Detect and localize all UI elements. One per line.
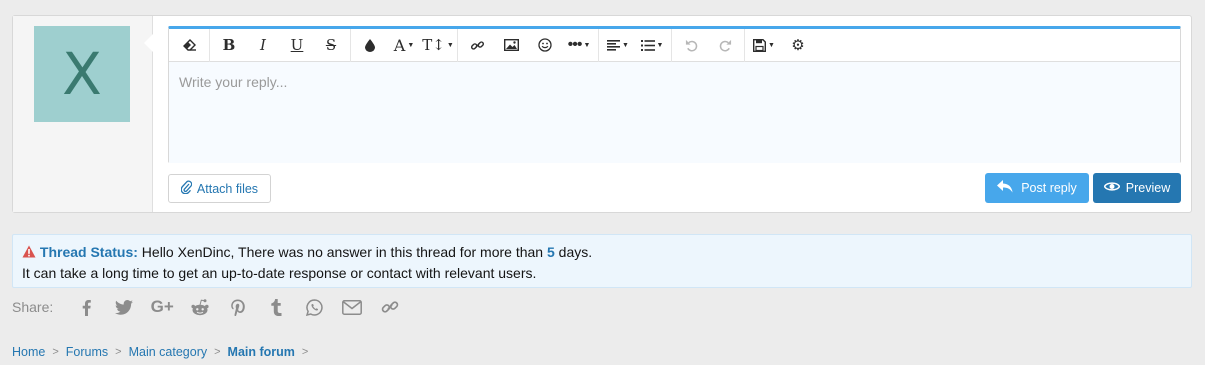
avatar[interactable]: X (34, 26, 130, 122)
breadcrumb-home[interactable]: Home (12, 345, 45, 359)
notice-text-end: days. (558, 244, 593, 260)
image-icon[interactable] (494, 29, 528, 62)
google-plus-icon[interactable]: G+ (143, 296, 181, 318)
user-cell: X (13, 16, 153, 212)
pinterest-icon[interactable] (219, 296, 257, 318)
redo-icon[interactable] (708, 29, 742, 62)
more-options-icon[interactable]: ••• ▼ (562, 29, 596, 62)
reply-icon (997, 180, 1013, 196)
breadcrumb: Home > Forums > Main category > Main for… (12, 345, 315, 359)
attach-files-button[interactable]: Attach files (168, 174, 271, 203)
rich-text-editor: B I U S A ▼ T↕ ▼ ••• ▼ ▼ ▼ ▼ ⚙ Write you… (168, 26, 1181, 163)
breadcrumb-main-category[interactable]: Main category (129, 345, 208, 359)
share-label: Share: (12, 299, 54, 315)
email-icon[interactable] (333, 296, 371, 318)
editor-textarea[interactable]: Write your reply... (169, 62, 1180, 163)
warning-icon (22, 243, 36, 263)
font-size-icon[interactable]: T↕ ▼ (421, 29, 455, 62)
whatsapp-icon[interactable] (295, 296, 333, 318)
share-bar: Share: G+ (12, 296, 409, 318)
eraser-icon[interactable] (173, 29, 207, 62)
post-reply-label: Post reply (1021, 181, 1077, 195)
thread-status-notice: Thread Status: Hello XenDinc, There was … (12, 234, 1192, 288)
list-icon[interactable]: ▼ (635, 29, 669, 62)
chevron-right-icon: > (301, 346, 309, 358)
toolbar-divider (209, 28, 210, 62)
tumblr-icon[interactable] (257, 296, 295, 318)
attach-files-label: Attach files (196, 181, 259, 196)
chevron-right-icon: > (115, 346, 122, 358)
reddit-icon[interactable] (181, 296, 219, 318)
editor-toolbar: B I U S A ▼ T↕ ▼ ••• ▼ ▼ ▼ ▼ ⚙ (169, 28, 1180, 62)
underline-icon[interactable]: U (280, 29, 314, 62)
link-icon[interactable] (460, 29, 494, 62)
toolbar-divider (457, 28, 458, 62)
chevron-right-icon: > (214, 346, 221, 358)
undo-icon[interactable] (674, 29, 708, 62)
notice-text: Hello XenDinc, There was no answer in th… (141, 244, 544, 260)
paperclip-icon (180, 180, 193, 197)
toolbar-divider (744, 28, 745, 62)
italic-icon[interactable]: I (246, 29, 280, 62)
toolbar-divider (598, 28, 599, 62)
toolbar-divider (671, 28, 672, 62)
notice-days-count: 5 (546, 244, 555, 260)
toolbar-divider (350, 28, 351, 62)
font-family-icon[interactable]: A ▼ (387, 29, 421, 62)
post-reply-button[interactable]: Post reply (985, 173, 1089, 203)
eye-icon (1103, 181, 1121, 195)
drafts-icon[interactable]: ▼ (747, 29, 781, 62)
align-icon[interactable]: ▼ (601, 29, 635, 62)
quick-reply-block: X B I U S A ▼ T↕ ▼ ••• ▼ ▼ ▼ ▼ ⚙ Write y… (12, 15, 1192, 213)
twitter-icon[interactable] (105, 296, 143, 318)
notice-line-2: It can take a long time to get an up-to-… (22, 265, 537, 281)
chevron-right-icon: > (52, 346, 59, 358)
settings-icon[interactable]: ⚙ (781, 29, 815, 62)
smilie-icon[interactable] (528, 29, 562, 62)
breadcrumb-forums[interactable]: Forums (66, 345, 108, 359)
share-link-icon[interactable] (371, 296, 409, 318)
editor-placeholder: Write your reply... (179, 74, 288, 90)
strikethrough-icon[interactable]: S (314, 29, 348, 62)
bold-icon[interactable]: B (212, 29, 246, 62)
facebook-icon[interactable] (67, 296, 105, 318)
text-color-icon[interactable] (353, 29, 387, 62)
preview-button[interactable]: Preview (1093, 173, 1181, 203)
preview-label: Preview (1125, 181, 1171, 195)
notice-title: Thread Status: (39, 244, 138, 260)
breadcrumb-main-forum[interactable]: Main forum (228, 345, 295, 359)
notice-line-1: Thread Status: Hello XenDinc, There was … (22, 242, 1182, 263)
